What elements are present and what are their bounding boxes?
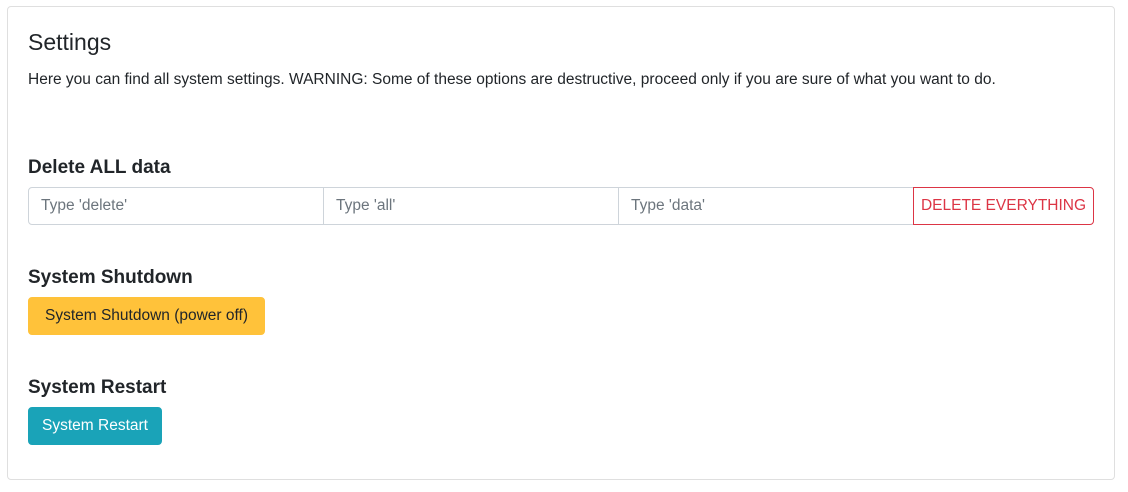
system-shutdown-heading: System Shutdown [28, 267, 193, 288]
settings-description: Here you can find all system settings. W… [28, 71, 996, 88]
confirm-delete-input[interactable] [28, 187, 324, 225]
confirm-data-input[interactable] [618, 187, 914, 225]
delete-all-data-heading: Delete ALL data [28, 157, 171, 178]
system-restart-heading: System Restart [28, 377, 167, 398]
page-title: Settings [28, 29, 112, 55]
system-restart-button[interactable]: System Restart [28, 407, 162, 445]
system-shutdown-button[interactable]: System Shutdown (power off) [28, 297, 265, 335]
confirm-all-input[interactable] [323, 187, 619, 225]
delete-everything-button[interactable]: DELETE EVERYTHING [913, 187, 1094, 225]
delete-confirmation-group: DELETE EVERYTHING [28, 187, 1096, 225]
settings-card: Settings Here you can find all system se… [7, 6, 1115, 480]
